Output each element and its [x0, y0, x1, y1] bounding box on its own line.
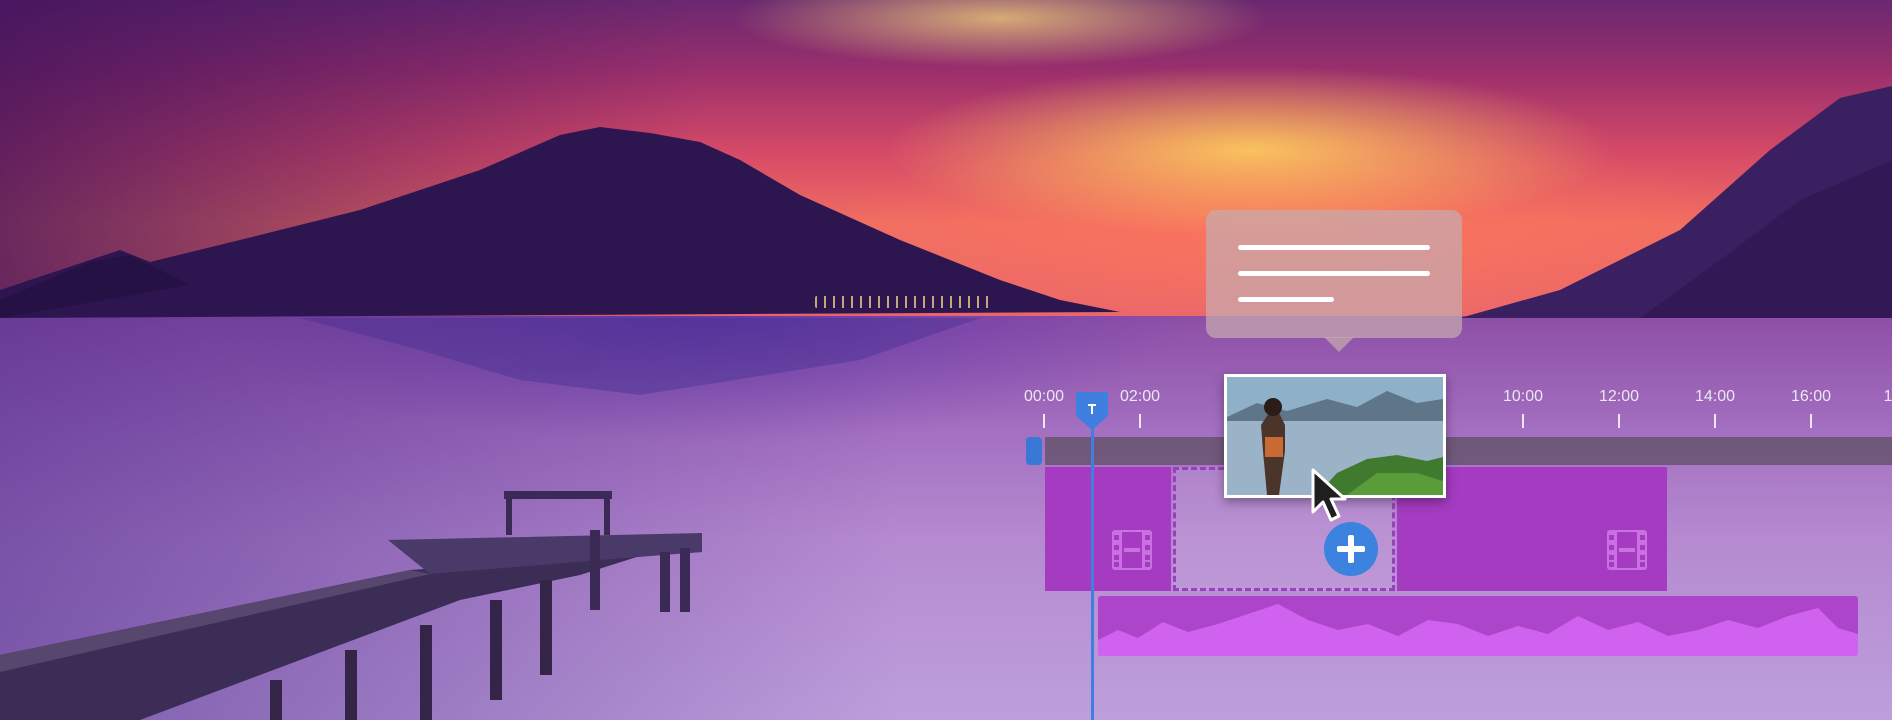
ruler-label: 10:00: [1502, 388, 1544, 405]
town-lights: [815, 296, 995, 308]
text-tooltip: [1206, 210, 1462, 352]
wooden-pier: [0, 491, 702, 720]
ruler-tick: [1522, 414, 1524, 428]
timeline-ruler[interactable]: 00:00 02:00 10:00 12:00 14:00 16:00 1: [1016, 384, 1892, 430]
film-strip-icon: [1112, 530, 1152, 570]
ruler-label: 02:00: [1119, 388, 1161, 405]
ruler-label: 00:00: [1023, 388, 1065, 405]
plus-icon: [1337, 535, 1365, 563]
ruler-tick: [1043, 414, 1045, 428]
pointer-cursor-icon: [1311, 468, 1347, 522]
ruler-label: 14:00: [1694, 388, 1736, 405]
add-clip-button[interactable]: [1324, 522, 1378, 576]
playhead-line: [1091, 410, 1094, 720]
ruler-tick: [1714, 414, 1716, 428]
film-strip-icon: [1607, 530, 1647, 570]
ruler-label: 12:00: [1598, 388, 1640, 405]
scrub-start-handle[interactable]: [1026, 437, 1042, 465]
ruler-tick: [1810, 414, 1812, 428]
ruler-label: 16:00: [1790, 388, 1832, 405]
audio-waveform: [1098, 604, 1858, 656]
ruler-label: 1: [1883, 388, 1892, 405]
playhead-marker-icon[interactable]: [1074, 390, 1110, 432]
ruler-tick: [1139, 414, 1141, 428]
timeline-scrub-track[interactable]: [1045, 437, 1892, 465]
ruler-tick: [1618, 414, 1620, 428]
audio-track[interactable]: [1098, 596, 1858, 656]
video-clip[interactable]: [1045, 467, 1171, 591]
